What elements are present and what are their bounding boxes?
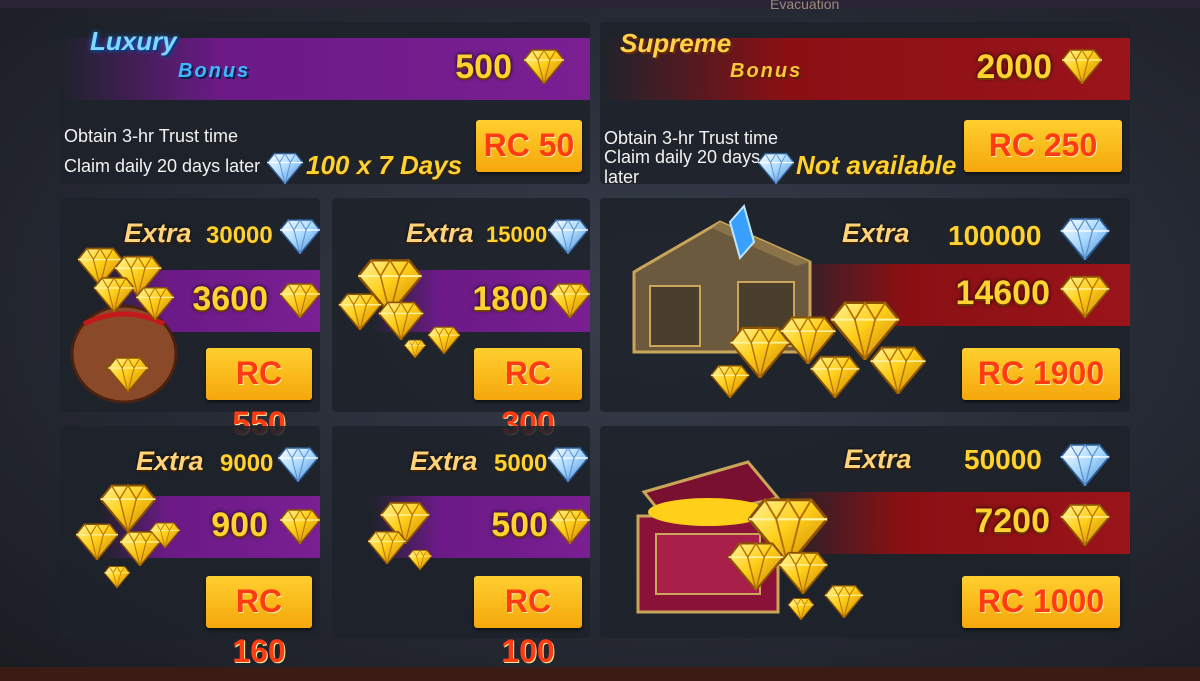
luxury-title: Luxury <box>90 26 177 56</box>
pack-card: Extra 50000 7200 RC 1000 <box>600 426 1130 638</box>
pack-card: Extra 15000 1800 RC 300 <box>332 198 590 441</box>
extra-label: Extra <box>136 446 204 476</box>
extra-value: 15000 <box>486 222 548 247</box>
supreme-offer: Not available <box>796 150 957 180</box>
extra-value: 30000 <box>206 222 273 249</box>
gold-gem-icon <box>1062 46 1102 84</box>
top-hint-text: Evacuation <box>770 0 840 12</box>
top-bar <box>0 0 1200 8</box>
extra-label: Extra <box>406 218 474 248</box>
extra-value: 100000 <box>948 220 1042 251</box>
pack-card: Extra 30000 3600 RC 550 <box>60 198 320 441</box>
diamond-icon <box>758 150 794 184</box>
gold-gem-icon <box>280 506 320 544</box>
supreme-buy-button[interactable]: RC 250 <box>964 120 1122 172</box>
diamond-icon <box>280 216 320 254</box>
supreme-amount: 2000 <box>976 48 1052 86</box>
treasure-chest-red-icon <box>636 460 864 620</box>
luxury-bonus-panel: Luxury Bonus 500 Obtain 3-hr Trust time … <box>60 22 590 184</box>
gold-gem-icon <box>1060 272 1110 318</box>
pack-amount: 500 <box>491 506 548 544</box>
luxury-desc-line2: Claim daily 20 days later <box>64 156 261 176</box>
gem-small-cluster-icon <box>368 501 432 570</box>
pack-buy-button[interactable]: RC 1900 <box>962 348 1120 400</box>
diamond-icon <box>1060 440 1110 486</box>
gem-cluster-icon <box>76 484 180 588</box>
gold-gem-icon <box>1060 500 1110 546</box>
luxury-amount: 500 <box>455 48 512 86</box>
pack-card: Extra 9000 900 RC 160 <box>60 426 320 669</box>
supreme-bonus-panel: Supreme Bonus 2000 Obtain 3-hr Trust tim… <box>600 22 1130 187</box>
luxury-offer: 100 x 7 Days <box>306 150 463 180</box>
luxury-desc-line1: Obtain 3-hr Trust time <box>64 126 239 146</box>
pack-buy-button[interactable]: RC 160 <box>206 576 312 669</box>
pack-buy-button[interactable]: RC 300 <box>474 348 582 441</box>
pack-card: Extra 100000 14600 RC 1900 <box>600 198 1130 412</box>
diamond-icon <box>1060 214 1110 260</box>
pack-buy-button[interactable]: RC 1000 <box>962 576 1120 628</box>
supreme-subtitle: Bonus <box>730 60 803 82</box>
supreme-desc-line3: later <box>604 167 640 187</box>
supreme-title: Supreme <box>620 28 732 58</box>
diamond-icon <box>278 444 318 482</box>
bottom-bar <box>0 667 1200 681</box>
extra-value: 9000 <box>220 450 274 477</box>
gold-gem-icon <box>524 46 564 84</box>
extra-value: 5000 <box>494 450 548 477</box>
gem-pile-icon <box>338 259 460 358</box>
supreme-desc-line2: Claim daily 20 days <box>604 147 761 167</box>
luxury-buy-button[interactable]: RC 50 <box>476 120 582 172</box>
diamond-icon <box>548 216 588 254</box>
treasure-chest-blue-icon <box>632 203 926 398</box>
pack-buy-button[interactable]: RC 550 <box>206 348 312 441</box>
pack-amount: 7200 <box>974 502 1050 540</box>
luxury-subtitle: Bonus <box>178 60 251 82</box>
gold-gem-icon <box>280 280 320 318</box>
gold-gem-icon <box>550 506 590 544</box>
diamond-icon <box>267 150 303 184</box>
extra-value: 50000 <box>964 444 1042 475</box>
gem-sack-icon <box>70 247 178 404</box>
pack-card: Extra 5000 500 RC 100 <box>332 426 590 669</box>
gold-gem-icon <box>550 280 590 318</box>
pack-amount: 14600 <box>955 274 1050 312</box>
diamond-icon <box>548 444 588 482</box>
extra-label: Extra <box>410 446 478 476</box>
supreme-desc-line1: Obtain 3-hr Trust time <box>604 128 779 148</box>
pack-buy-button[interactable]: RC 100 <box>474 576 582 669</box>
